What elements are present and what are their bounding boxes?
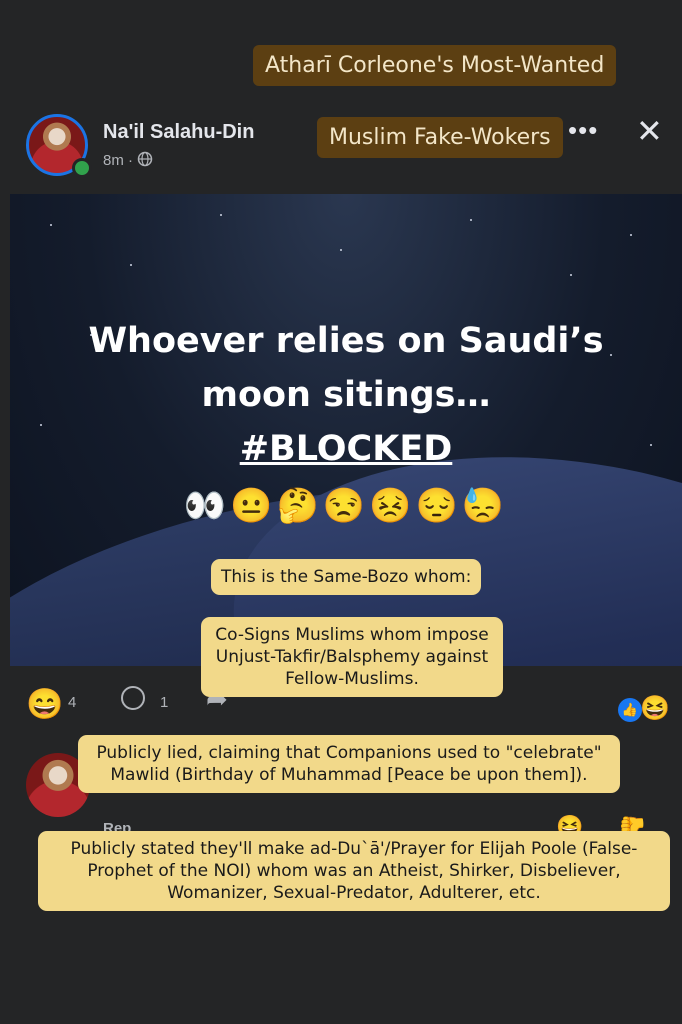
author-name[interactable]: Na'il Salahu-Din [103, 121, 254, 144]
comment-icon[interactable] [121, 686, 145, 710]
note-sticker-4: Publicly stated they'll make ad-Du`ā'/Pr… [38, 831, 670, 911]
star [220, 214, 222, 216]
comment-count[interactable]: 1 [160, 694, 168, 711]
close-button[interactable]: ✕ [636, 112, 663, 150]
note-sticker-2: Co-Signs Muslims whom impose Unjust-Takf… [201, 617, 503, 697]
star [340, 249, 342, 251]
globe-icon [137, 151, 153, 167]
like-badge-icon: 👍 [618, 698, 642, 722]
emoji-row: 👀😐🤔😒😣😔😓 [183, 487, 509, 525]
headline-line-2: moon sitings… [201, 375, 491, 415]
post-headline: Whoever relies on Saudi’s moon sitings… … [10, 314, 682, 476]
star [630, 234, 632, 236]
post-time: 8m [103, 152, 124, 169]
online-status-indicator [72, 158, 92, 178]
note-sticker-1: This is the Same-Bozo whom: [211, 559, 482, 595]
reaction-emoji[interactable]: 😄 [26, 687, 63, 722]
headline-line-1: Whoever relies on Saudi’s [88, 321, 604, 361]
subtitle-sticker: Muslim Fake-Wokers [317, 117, 563, 158]
separator-dot: · [128, 152, 138, 169]
post-timestamp[interactable]: 8m · [103, 151, 153, 169]
title-sticker: Atharī Corleone's Most-Wanted [253, 45, 617, 86]
haha-badge-icon: 😆 [640, 695, 670, 722]
star [130, 264, 132, 266]
headline-hashtag: #BLOCKED [239, 429, 453, 469]
post-image[interactable]: Whoever relies on Saudi’s moon sitings… … [10, 194, 682, 666]
star [570, 274, 572, 276]
star [470, 219, 472, 221]
star [50, 224, 52, 226]
note-sticker-3: Publicly lied, claiming that Companions … [78, 735, 620, 793]
reaction-count[interactable]: 4 [68, 694, 76, 711]
more-options-button[interactable]: ••• [568, 115, 598, 146]
